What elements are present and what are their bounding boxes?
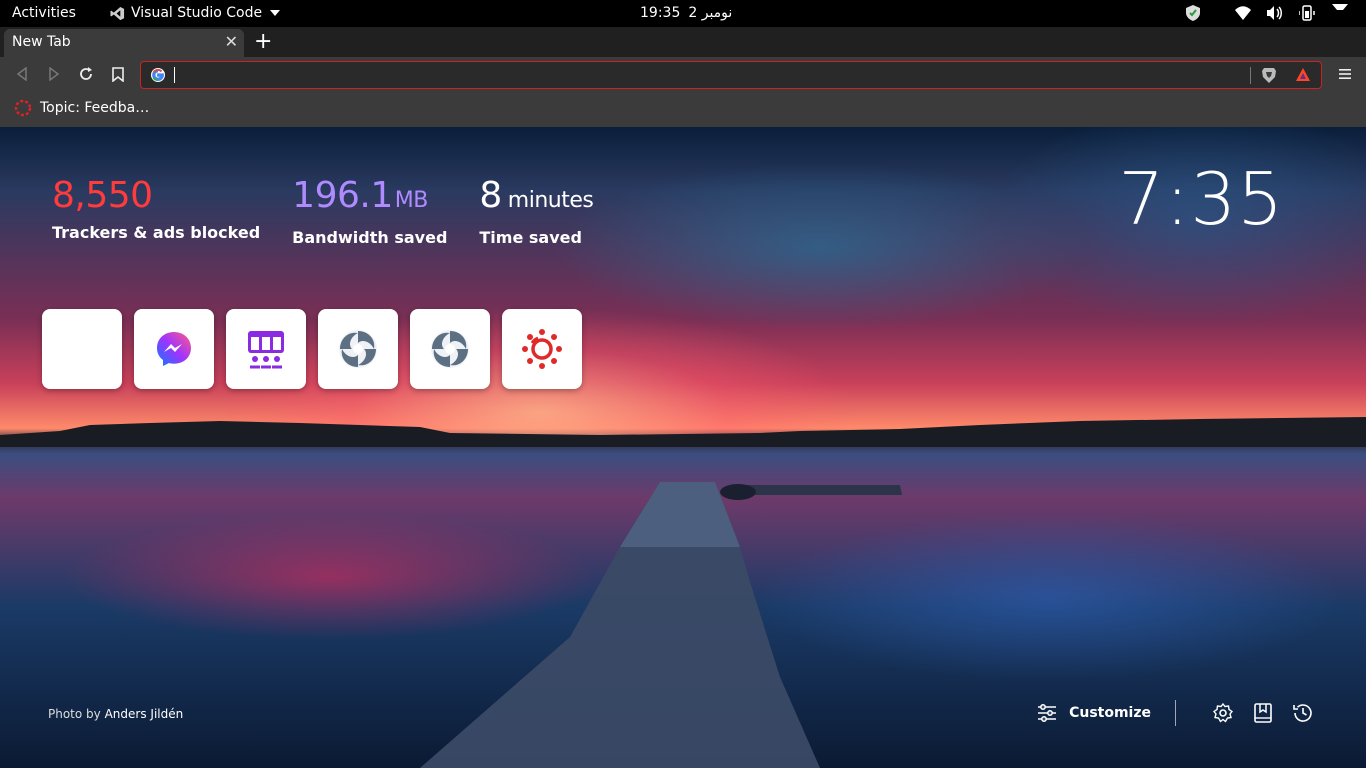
dotted-circle-icon [14,99,32,117]
background-pier [420,482,902,768]
top-site-tile-2[interactable] [134,309,214,389]
brave-rewards-icon[interactable] [1295,67,1311,83]
address-bar[interactable] [140,61,1322,89]
shield-icon[interactable] [1184,4,1202,22]
time-unit: minutes [507,188,594,213]
tray-spacer [1216,4,1220,22]
power-menu-caret-icon[interactable] [1330,4,1348,22]
brave-shields-icon[interactable] [1261,67,1277,84]
canvas-icon [522,329,562,369]
bandwidth-unit: MB [394,188,429,213]
reload-icon [80,67,92,80]
swirl-icon [339,330,377,368]
back-button[interactable] [13,65,31,83]
top-site-tile-1[interactable] [42,309,122,389]
actions-divider [1175,700,1176,726]
new-tab-button[interactable]: + [254,29,272,55]
stats-widget[interactable]: 8,550 Trackers & ads blocked 196.1MB Ban… [52,175,594,247]
customize-label: Customize [1069,705,1151,721]
address-input[interactable] [177,65,1237,85]
stat-bandwidth-saved: 196.1MB Bandwidth saved [292,175,447,247]
stat-trackers-blocked: 8,550 Trackers & ads blocked [52,175,260,247]
new-tab-page: 8,550 Trackers & ads blocked 196.1MB Ban… [0,127,1366,768]
date-time-menu[interactable]: 19:35 نومبر 2 [640,5,732,21]
top-site-tile-3[interactable] [226,309,306,389]
bookmarks-icon [1254,703,1272,723]
settings-button[interactable] [1212,702,1234,724]
tab-strip: New Tab ✕ + [0,27,1366,57]
forward-button[interactable] [45,65,63,83]
reload-button[interactable] [77,65,95,83]
customize-button[interactable]: Customize [1037,703,1151,723]
system-tray[interactable] [1184,4,1348,22]
ntp-actions: Customize [1037,700,1314,726]
top-site-tile-6[interactable] [502,309,582,389]
gnome-top-bar: Activities Visual Studio Code 19:35 نومبر… [0,0,1366,27]
top-site-tile-5[interactable] [410,309,490,389]
omnibox-separator [1250,67,1251,84]
trackers-count: 8,550 [52,175,153,216]
activities-button[interactable]: Activities [12,5,76,21]
time-label: Time saved [479,228,582,247]
bookmarks-bar: Topic: Feedba… [0,92,1366,127]
volume-icon[interactable] [1266,4,1284,22]
wifi-icon[interactable] [1234,4,1252,22]
forward-icon [49,67,60,81]
history-button[interactable] [1292,702,1314,724]
bandwidth-label: Bandwidth saved [292,228,448,247]
bookmark-icon [112,66,124,82]
browser-toolbar [0,57,1366,92]
tab-new-tab[interactable]: New Tab ✕ [4,29,244,57]
history-icon [1293,704,1312,722]
top-site-tile-4[interactable] [318,309,398,389]
tab-title: New Tab [12,34,71,50]
back-icon [16,67,27,81]
gear-icon [1213,703,1233,723]
time-value: 8 [479,175,502,216]
menu-icon[interactable] [1338,67,1352,81]
bookmark-label: Topic: Feedba… [40,100,150,116]
bandwidth-value: 196.1 [292,175,393,216]
messenger-icon [157,332,191,366]
clock-date: نومبر 2 [688,5,733,21]
clock-time: 19:35 [640,5,681,21]
sitemap-icon [248,331,284,369]
photo-credit: Photo by Anders Jildén [48,707,183,721]
close-tab-icon[interactable]: ✕ [225,32,238,51]
bookmark-topic-feedback[interactable]: Topic: Feedba… [14,99,149,117]
credit-prefix: Photo by [48,707,101,721]
background-treeline [0,417,1366,447]
swirl-icon [431,330,469,368]
app-menu-caret-icon [270,10,281,16]
battery-phone-icon[interactable] [1298,4,1316,22]
vscode-icon [110,6,125,20]
bookmarks-button[interactable] [1252,702,1274,724]
credit-author-link[interactable]: Anders Jildén [105,707,184,721]
top-sites [42,309,582,389]
text-cursor [174,67,175,83]
bookmark-page-button[interactable] [109,65,127,83]
stat-time-saved: 8 minutes Time saved [479,175,593,247]
ntp-clock: 7:35 [1118,157,1284,241]
app-name: Visual Studio Code [131,5,263,21]
google-icon [151,68,165,82]
sliders-icon [1038,704,1057,722]
app-menu[interactable]: Visual Studio Code [110,5,281,21]
trackers-label: Trackers & ads blocked [52,223,261,242]
